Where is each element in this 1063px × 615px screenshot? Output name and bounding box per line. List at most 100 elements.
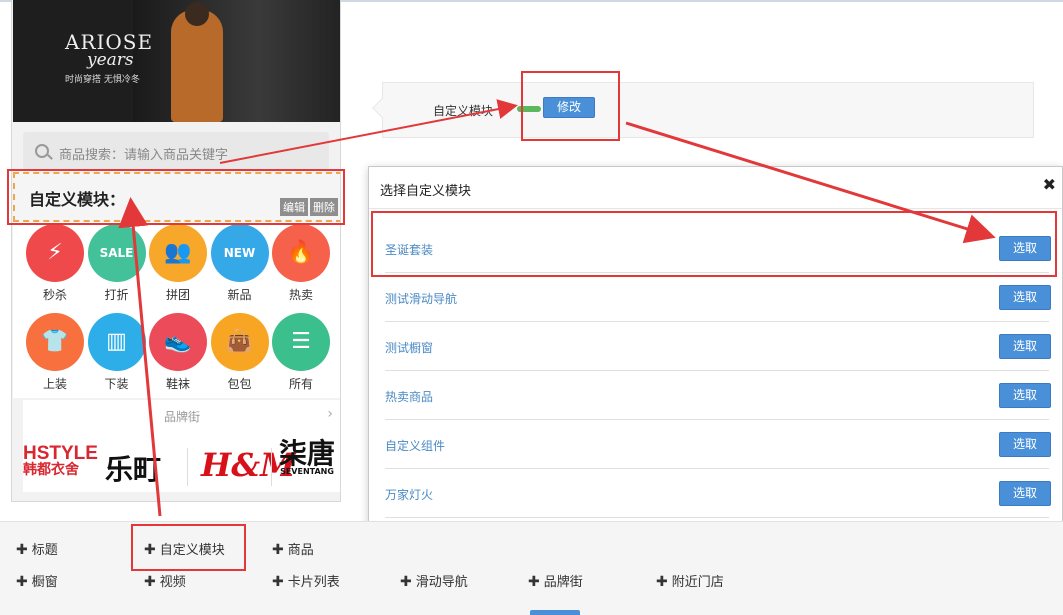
icon-nav-item[interactable]: ☰ 所有 bbox=[270, 313, 332, 392]
icon-nav-label: 拼团 bbox=[165, 288, 190, 302]
toolbar-item-label: 滑动导航 bbox=[415, 575, 468, 590]
icon-nav-item[interactable]: ⚡ 秒杀 bbox=[24, 224, 86, 303]
module-option-name[interactable]: 圣诞套装 bbox=[385, 241, 433, 258]
select-button[interactable]: 选取 bbox=[999, 432, 1051, 457]
plus-icon: ✚ bbox=[144, 542, 156, 558]
module-option-name[interactable]: 热卖商品 bbox=[385, 388, 433, 405]
plus-icon: ✚ bbox=[16, 542, 28, 558]
module-option-row: 自定义组件 选取 bbox=[385, 420, 1051, 469]
banner-model bbox=[171, 10, 223, 122]
icon-nav-label: 热卖 bbox=[288, 288, 313, 302]
plus-icon: ✚ bbox=[272, 542, 284, 558]
icon-nav-label: 上装 bbox=[42, 377, 67, 391]
toolbar-add-item[interactable]: ✚ 卡片列表 bbox=[272, 571, 340, 590]
banner-model-head bbox=[185, 2, 209, 26]
toolbar-add-item[interactable]: ✚ 视频 bbox=[144, 571, 186, 590]
toolbar-item-label: 卡片列表 bbox=[287, 575, 340, 590]
toolbar-add-item[interactable]: ✚ 滑动导航 bbox=[400, 571, 468, 590]
icon-nav-item[interactable]: 👜 包包 bbox=[209, 313, 271, 392]
brand-logo-hstyle-text: HSTYLE bbox=[23, 443, 98, 464]
toolbar-add-item[interactable]: ✚ 标题 bbox=[16, 539, 58, 558]
search-bar[interactable]: 商品搜索：请输入商品关键字 bbox=[23, 132, 329, 170]
icon-nav-label: 下装 bbox=[104, 377, 129, 391]
toolbar-item-label: 视频 bbox=[159, 575, 186, 590]
icon-nav-item[interactable]: NEW 新品 bbox=[209, 224, 271, 303]
icon-nav-item[interactable]: 👕 上装 bbox=[24, 313, 86, 392]
module-option-row: 测试橱窗 选取 bbox=[385, 322, 1051, 371]
brand-logo-leting[interactable]: 乐町 bbox=[105, 448, 161, 488]
pointer-arrow bbox=[372, 98, 392, 118]
brand-logo-seventang-text: 柒唐 bbox=[279, 437, 336, 470]
toolbar-item-label: 橱窗 bbox=[31, 575, 58, 590]
shoe-icon: 👟 bbox=[149, 313, 207, 371]
banner-image[interactable]: ARIOSE years 时尚穿搭 无惧冷冬 bbox=[13, 0, 340, 122]
select-button[interactable]: 选取 bbox=[999, 383, 1051, 408]
plus-icon: ✚ bbox=[528, 574, 540, 590]
module-option-name[interactable]: 自定义组件 bbox=[385, 437, 445, 454]
icon-nav-label: 所有 bbox=[288, 377, 313, 391]
module-option-row: 万家灯火 选取 bbox=[385, 469, 1051, 518]
delete-button[interactable]: 删除 bbox=[310, 198, 338, 216]
select-button[interactable]: 选取 bbox=[999, 334, 1051, 359]
phone-preview: ARIOSE years 时尚穿搭 无惧冷冬 商品搜索：请输入商品关键字 自定义… bbox=[11, 0, 341, 502]
icon-nav-item[interactable]: ▥ 下装 bbox=[86, 313, 148, 392]
search-icon bbox=[35, 144, 49, 158]
menu-icon: ☰ bbox=[272, 313, 330, 371]
edit-button[interactable]: 编辑 bbox=[280, 198, 308, 216]
icon-nav-label: 新品 bbox=[227, 288, 252, 302]
plus-icon: ✚ bbox=[16, 574, 28, 590]
lightning-icon: ⚡ bbox=[26, 224, 84, 282]
brand-logo-hstyle[interactable]: HSTYLE 韩都衣舍 bbox=[23, 444, 98, 477]
module-option-name[interactable]: 测试滑动导航 bbox=[385, 290, 457, 307]
icon-nav-item[interactable]: 👥 拼团 bbox=[147, 224, 209, 303]
plus-icon: ✚ bbox=[272, 574, 284, 590]
custom-module-title: 自定义模块： bbox=[29, 190, 126, 209]
module-option-row: 圣诞套装 选取 bbox=[385, 224, 1051, 273]
module-option-name[interactable]: 测试橱窗 bbox=[385, 339, 433, 356]
shirt-icon: 👕 bbox=[26, 313, 84, 371]
icon-nav-label: 鞋袜 bbox=[165, 377, 190, 391]
module-setting-row: 自定义模块 bbox=[372, 82, 1034, 138]
group-icon: 👥 bbox=[149, 224, 207, 282]
toolbar-item-label: 标题 bbox=[31, 543, 58, 558]
icon-nav-label: 包包 bbox=[227, 377, 252, 391]
icon-nav-item[interactable]: 👟 鞋袜 bbox=[147, 313, 209, 392]
modify-button[interactable]: 修改 bbox=[543, 97, 595, 118]
plus-icon: ✚ bbox=[400, 574, 412, 590]
toolbar-item-label: 商品 bbox=[287, 543, 314, 558]
toolbar-item-label: 附近门店 bbox=[671, 575, 724, 590]
brand-logo-hstyle-sub: 韩都衣舍 bbox=[23, 462, 79, 478]
brand-street-title: 品牌街 bbox=[163, 410, 200, 424]
toolbar-item-label: 品牌街 bbox=[543, 575, 583, 590]
icon-nav-label: 打折 bbox=[104, 288, 129, 302]
dialog-header: 选择自定义模块 ✖ bbox=[369, 167, 1062, 209]
select-button[interactable]: 选取 bbox=[999, 481, 1051, 506]
module-option-row: 热卖商品 选取 bbox=[385, 371, 1051, 420]
icon-nav-item[interactable]: SALE 打折 bbox=[86, 224, 148, 303]
toolbar-add-item[interactable]: ✚ 品牌街 bbox=[528, 571, 583, 590]
select-button[interactable]: 选取 bbox=[999, 236, 1051, 261]
toolbar-add-item[interactable]: ✚ 商品 bbox=[272, 539, 314, 558]
new-badge-icon: NEW bbox=[210, 224, 269, 282]
toolbar-add-item[interactable]: ✚ 橱窗 bbox=[16, 571, 58, 590]
toolbar-item-label: 自定义模块 bbox=[159, 543, 225, 558]
close-icon[interactable]: ✖ bbox=[1043, 175, 1056, 194]
dialog-title: 选择自定义模块 bbox=[380, 184, 472, 199]
select-button[interactable]: 选取 bbox=[999, 285, 1051, 310]
brand-street[interactable]: 品牌街 › HSTYLE 韩都衣舍 乐町 H&M 柒唐 SEVENTANG bbox=[23, 400, 340, 492]
pants-icon: ▥ bbox=[87, 313, 146, 371]
brand-divider bbox=[187, 448, 188, 486]
custom-module-block[interactable]: 自定义模块： 编辑 删除 bbox=[13, 172, 340, 222]
toolbar-add-item[interactable]: ✚ 自定义模块 bbox=[144, 539, 225, 558]
bag-icon: 👜 bbox=[210, 313, 269, 371]
brand-logo-seventang[interactable]: 柒唐 SEVENTANG bbox=[279, 440, 335, 476]
icon-nav-item[interactable]: 🔥 热卖 bbox=[270, 224, 332, 303]
component-toolbar: ✚ 标题 ✚ 自定义模块 ✚ 商品 ✚ 橱窗 ✚ 视频 ✚ 卡片列表 ✚ 滑动导航 ✚ 品牌街 ✚ 附近门店 bbox=[0, 521, 1063, 615]
icon-nav-grid: ⚡ 秒杀 SALE 打折 👥 拼团 NEW 新品 🔥 热卖 👕 上装 ▥ 下装 👟 鞋袜 👜 包包 ☰ 所有 bbox=[13, 222, 340, 398]
module-option-name[interactable]: 万家灯火 bbox=[385, 486, 433, 503]
select-module-dialog: 选择自定义模块 ✖ 圣诞套装 选取 测试滑动导航 选取 测试橱窗 选取 热卖商品 选取 自定义组… bbox=[368, 166, 1063, 568]
toolbar-add-item[interactable]: ✚ 附近门店 bbox=[656, 571, 724, 590]
banner-slogan: 时尚穿搭 无惧冷冬 bbox=[65, 75, 140, 85]
save-button[interactable] bbox=[530, 610, 580, 615]
chevron-right-icon[interactable]: › bbox=[327, 406, 333, 422]
